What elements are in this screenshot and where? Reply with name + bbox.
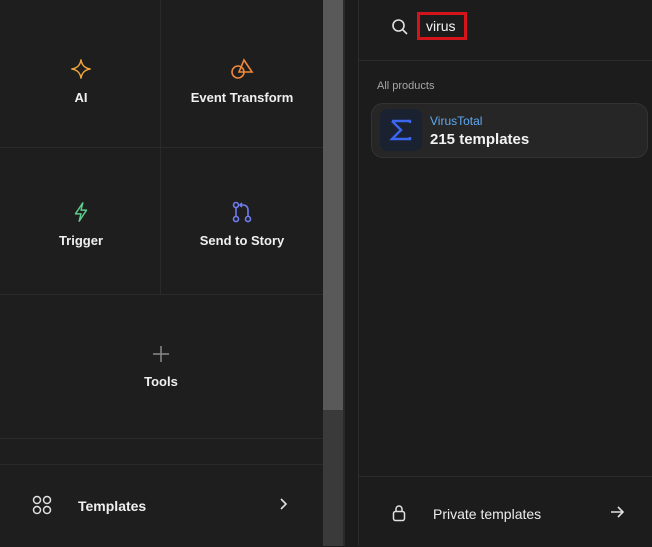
- tile-trigger[interactable]: Trigger: [50, 201, 112, 248]
- grid-divider: [0, 294, 323, 295]
- tile-label: Trigger: [58, 233, 104, 248]
- lightning-icon: [71, 201, 91, 223]
- grid-circles-icon: [32, 495, 52, 520]
- product-card-virustotal[interactable]: VirusTotal 215 templates: [371, 103, 648, 158]
- tile-send-to-story[interactable]: Send to Story: [192, 201, 292, 248]
- product-name: VirusTotal: [430, 114, 483, 128]
- arrow-right-icon: [609, 505, 625, 524]
- template-search-panel: All products VirusTotal 215 templates Pr…: [358, 0, 652, 546]
- tile-label: AI: [74, 90, 88, 105]
- search-icon: [391, 18, 409, 41]
- sparkle-icon: [70, 58, 92, 80]
- private-templates-label: Private templates: [433, 506, 542, 522]
- git-merge-icon: [232, 201, 252, 223]
- virustotal-logo: [380, 109, 422, 151]
- private-templates-row[interactable]: Private templates: [359, 476, 652, 547]
- scrollbar-thumb[interactable]: [323, 0, 343, 410]
- grid-divider: [0, 147, 323, 148]
- plus-icon: [151, 344, 171, 364]
- tile-ai[interactable]: AI: [60, 58, 102, 105]
- templates-row[interactable]: Templates: [0, 464, 323, 547]
- tile-label: Tools: [144, 374, 178, 389]
- tools-panel: AI Event Transform Trigger Send to Story…: [0, 0, 323, 547]
- tile-label: Send to Story: [199, 233, 285, 248]
- product-template-count: 215 templates: [430, 131, 530, 148]
- lock-icon: [392, 504, 406, 527]
- tile-label: Event Transform: [190, 90, 294, 105]
- shapes-icon: [230, 58, 254, 80]
- grid-divider: [0, 438, 323, 439]
- tile-event-transform[interactable]: Event Transform: [182, 58, 302, 105]
- search-input[interactable]: [417, 12, 467, 40]
- tile-tools[interactable]: Tools: [131, 344, 191, 389]
- section-label: All products: [377, 80, 435, 92]
- search-bar: [359, 0, 652, 61]
- templates-label: Templates: [78, 498, 147, 514]
- chevron-right-icon: [277, 497, 289, 516]
